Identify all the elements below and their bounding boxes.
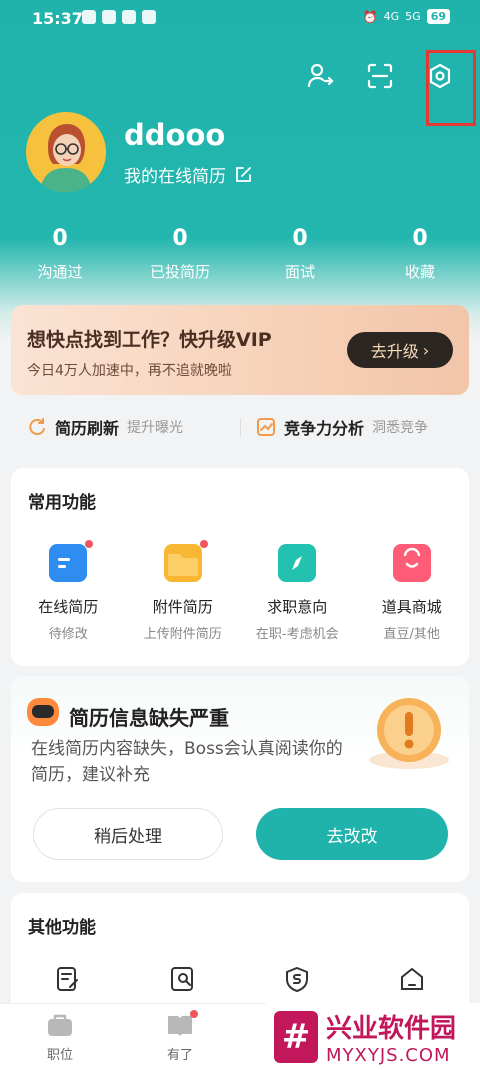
feature-item-store[interactable]: 道具商城 直豆/其他 <box>355 544 470 642</box>
competitiveness-hint: 洞悉竞争 <box>372 420 429 436</box>
other-function-item[interactable] <box>240 965 355 993</box>
scan-icon[interactable] <box>362 58 398 94</box>
stats-row: 0 沟通过 0 已投简历 0 面试 0 收藏 <box>0 226 480 282</box>
folder-icon <box>163 540 208 582</box>
stat-value: 0 <box>172 226 188 251</box>
username: ddooo <box>124 118 226 152</box>
avatar[interactable] <box>26 112 106 192</box>
settings-highlight-box <box>426 50 476 126</box>
chevron-right-icon: › <box>422 340 430 360</box>
notification-icon <box>122 10 136 24</box>
feature-name: 在线简历 <box>38 598 99 616</box>
battery-indicator: 69 <box>426 9 450 24</box>
other-functions-title: 其他功能 <box>28 918 96 938</box>
edit-icon <box>236 166 251 182</box>
tab-label: 职位 <box>46 1048 73 1063</box>
stat-label: 面试 <box>284 263 315 281</box>
feature-sub: 直豆/其他 <box>383 627 440 642</box>
badge-dot <box>199 540 208 548</box>
robot-icon <box>27 698 59 726</box>
status-right: ⏰ 4G 5G 69 <box>363 9 450 24</box>
other-function-item[interactable] <box>126 965 241 993</box>
network-5g: 5G <box>405 10 421 23</box>
resume-link-label: 我的在线简历 <box>124 167 226 187</box>
feature-sub: 上传附件简历 <box>143 627 222 642</box>
user-switch-icon[interactable] <box>302 58 338 94</box>
quick-actions: 简历刷新 提升曝光 竞争力分析 洞悉竞争 <box>11 406 469 448</box>
upgrade-button[interactable]: 去升级 › <box>347 332 453 368</box>
notification-icon <box>82 10 96 24</box>
common-functions-grid: 在线简历 待修改 附件简历 上传附件简历 求职意向 在职-考虑机会 道具商城 直… <box>11 540 470 642</box>
vip-title: 想快点找到工作？快升级VIP <box>27 329 272 351</box>
document-edit-icon <box>57 967 79 991</box>
missing-title: 简历信息缺失严重 <box>69 706 229 730</box>
resume-missing-card: 简历信息缺失严重 在线简历内容缺失，Boss会认真阅读你的简历，建议补充 稍后处… <box>11 676 469 882</box>
stat-label: 收藏 <box>404 263 435 281</box>
my-resume-link[interactable]: 我的在线简历 <box>124 162 252 187</box>
notification-icon <box>142 10 156 24</box>
vip-banner[interactable]: 想快点找到工作？快升级VIP 今日4万人加速中，再不追就晚啦 去升级 › <box>11 305 469 395</box>
other-functions-grid <box>11 965 469 993</box>
feature-name: 附件简历 <box>152 598 213 616</box>
common-functions-card: 常用功能 在线简历 待修改 附件简历 上传附件简历 求职意向 在职-考虑机会 道… <box>11 468 469 666</box>
compass-icon <box>278 544 317 582</box>
warning-illustration-icon <box>361 690 451 776</box>
watermark-logo-icon: # <box>274 1010 318 1063</box>
other-function-item[interactable] <box>355 965 470 993</box>
tab-jobs[interactable]: 职位 <box>30 1012 90 1063</box>
alarm-icon: ⏰ <box>362 9 378 24</box>
home-icon <box>400 967 423 990</box>
missing-description: 在线简历内容缺失，Boss会认真阅读你的简历，建议补充 <box>31 739 343 785</box>
badge-dot <box>85 540 94 548</box>
tab-you[interactable]: 有了 <box>150 1010 210 1063</box>
watermark-text: 兴业软件园 MYXYJS.COM <box>326 1008 456 1066</box>
watermark-url: MYXYJS.COM <box>326 1044 451 1066</box>
feature-name: 道具商城 <box>381 598 442 616</box>
feature-attachment-resume[interactable]: 附件简历 上传附件简历 <box>126 540 241 642</box>
competitiveness-item[interactable]: 竞争力分析 洞悉竞争 <box>240 415 469 439</box>
shield-icon <box>286 966 309 993</box>
tab-label: 有了 <box>166 1048 193 1063</box>
feature-sub: 待修改 <box>48 627 88 642</box>
upgrade-button-label: 去升级 <box>370 342 419 361</box>
divider <box>240 418 241 436</box>
notification-icon <box>102 10 116 24</box>
book-icon <box>166 1010 198 1038</box>
later-button[interactable]: 稍后处理 <box>33 808 223 860</box>
fix-resume-button[interactable]: 去改改 <box>256 808 448 860</box>
shopping-bag-icon <box>392 544 431 582</box>
stat-interview[interactable]: 0 面试 <box>240 226 360 282</box>
resume-refresh-label: 简历刷新 <box>55 419 120 438</box>
stat-value: 0 <box>412 226 428 251</box>
other-function-item[interactable] <box>11 965 126 993</box>
stat-applied[interactable]: 0 已投简历 <box>120 226 240 282</box>
feature-sub: 在职-考虑机会 <box>255 627 339 642</box>
badge-dot <box>190 1010 198 1018</box>
stat-label: 已投简历 <box>149 263 210 281</box>
search-doc-icon <box>170 967 193 991</box>
stat-value: 0 <box>52 226 68 251</box>
status-time: 15:37 <box>32 9 83 28</box>
refresh-icon <box>29 418 45 436</box>
stat-label: 沟通过 <box>37 263 83 281</box>
feature-job-intention[interactable]: 求职意向 在职-考虑机会 <box>240 544 355 642</box>
stat-favorites[interactable]: 0 收藏 <box>360 226 480 282</box>
stat-value: 0 <box>292 226 308 251</box>
chart-icon <box>257 418 275 436</box>
resume-refresh-item[interactable]: 简历刷新 提升曝光 <box>11 415 240 439</box>
common-functions-title: 常用功能 <box>28 493 96 513</box>
competitiveness-label: 竞争力分析 <box>284 419 365 438</box>
notification-icons <box>82 10 156 24</box>
watermark: # 兴业软件园 MYXYJS.COM <box>266 1003 480 1070</box>
resume-refresh-hint: 提升曝光 <box>127 420 184 436</box>
network-4g: 4G <box>383 10 400 23</box>
vip-subtitle: 今日4万人加速中，再不追就晚啦 <box>27 363 232 379</box>
stat-communicated[interactable]: 0 沟通过 <box>0 226 120 282</box>
feature-name: 求职意向 <box>267 598 328 616</box>
watermark-title: 兴业软件园 <box>326 1013 457 1044</box>
online-resume-icon <box>49 540 94 582</box>
feature-online-resume[interactable]: 在线简历 待修改 <box>11 540 126 642</box>
status-bar: 15:37 ⏰ 4G 5G 69 <box>0 0 480 38</box>
briefcase-icon <box>46 1012 74 1038</box>
